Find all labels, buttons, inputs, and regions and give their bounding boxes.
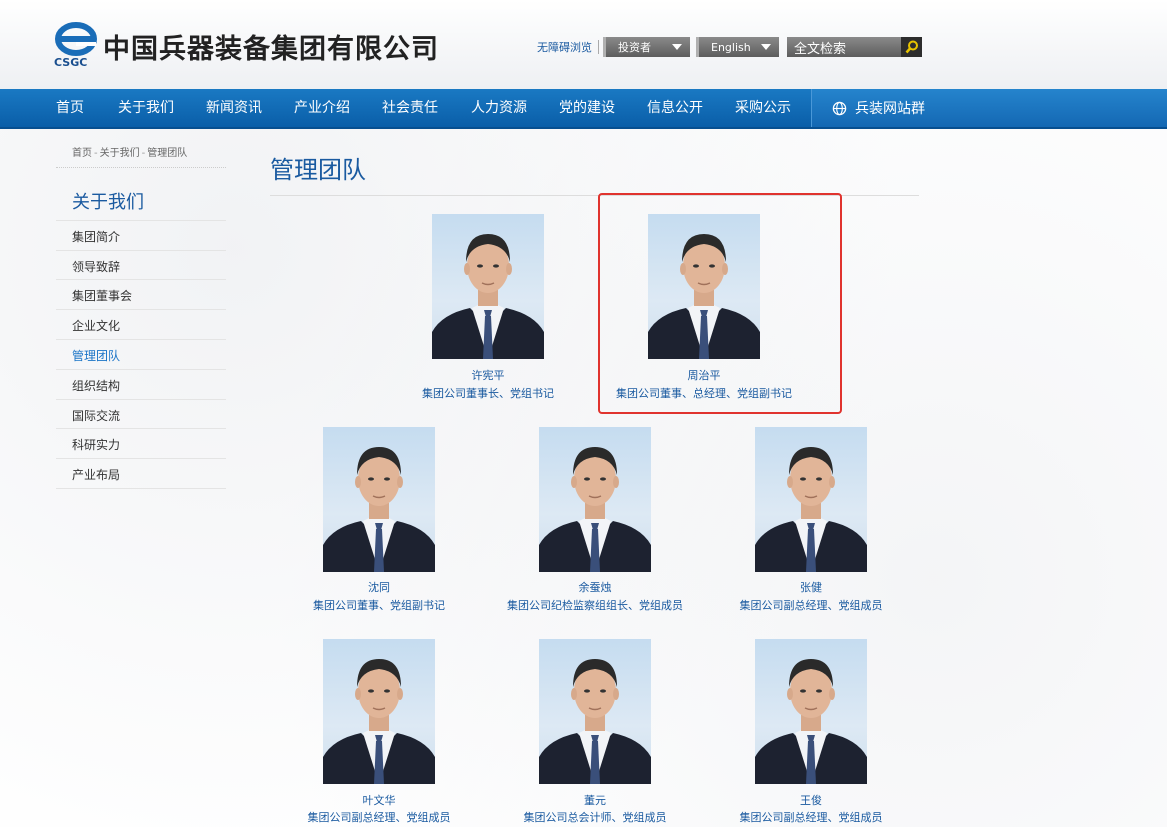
header-tools: 无障碍浏览 投资者 English 全文检索 [537,37,922,57]
breadcrumb-home[interactable]: 首页 [72,148,92,159]
nav-item-about[interactable]: 关于我们 [118,89,174,127]
nav-item-party[interactable]: 党的建设 [559,89,615,127]
divider [56,428,226,429]
divider [56,250,226,251]
sidebar-title: 关于我们 [72,192,144,213]
person-title: 集团公司副总经理、党组成员 [739,599,883,612]
breadcrumb: 首页 - 关于我们 - 管理团队 [72,148,188,159]
breadcrumb-current: 管理团队 [147,148,188,159]
page-title: 管理团队 [270,156,366,184]
search-placeholder: 全文检索 [794,41,847,57]
sidebar-item-structure[interactable]: 组织结构 [72,377,120,394]
person-title: 集团公司董事、总经理、党组副书记 [616,387,792,400]
divider [56,399,226,400]
person-photo[interactable] [755,639,867,784]
breadcrumb-about[interactable]: 关于我们 [100,148,140,159]
person-photo[interactable] [539,427,651,572]
person-title: 集团公司副总经理、党组成员 [307,811,451,824]
person-name[interactable]: 许宪平 [432,367,544,383]
sidebar-item-management[interactable]: 管理团队 [72,347,120,364]
person-photo[interactable] [432,214,544,359]
search-input[interactable]: 全文检索 [787,37,901,57]
person-title: 集团公司纪检监察组组长、党组成员 [507,599,683,612]
nav-item-news[interactable]: 新闻资讯 [206,89,262,127]
sidebar-item-research[interactable]: 科研实力 [72,436,120,453]
site-header: CSGC 中国兵器装备集团有限公司 无障碍浏览 投资者 English 全文检索 [0,0,1167,89]
person-name[interactable]: 周治平 [648,367,760,383]
sidebar-item-intro[interactable]: 集团简介 [72,228,120,245]
person-title: 集团公司董事、党组副书记 [313,599,445,612]
nav-item-hr[interactable]: 人力资源 [471,89,527,127]
divider [56,369,226,370]
language-dropdown-label: English [711,40,751,54]
nav-item-home[interactable]: 首页 [56,89,84,127]
chevron-down-icon [672,44,682,50]
nav-item-procurement[interactable]: 采购公示 [735,89,791,127]
site-group-menu[interactable]: 兵装网站群 [811,89,1167,127]
site-group-label: 兵装网站群 [855,101,925,117]
accessibility-link[interactable]: 无障碍浏览 [537,39,592,55]
divider [56,167,226,168]
person-photo[interactable] [755,427,867,572]
nav-item-social-responsibility[interactable]: 社会责任 [382,89,438,127]
person-title: 集团公司副总经理、党组成员 [739,811,883,824]
person-name[interactable]: 张健 [755,579,867,595]
investor-dropdown[interactable]: 投资者 [603,37,690,57]
person-photo[interactable] [323,427,435,572]
divider [56,309,226,310]
sidebar-item-speech[interactable]: 领导致辞 [72,258,120,275]
investor-dropdown-label: 投资者 [618,41,651,54]
sidebar-item-layout[interactable]: 产业布局 [72,466,120,483]
nav-item-disclosure[interactable]: 信息公开 [647,89,703,127]
divider [56,339,226,340]
person-name[interactable]: 董元 [539,792,651,808]
divider [56,488,226,489]
divider [56,458,226,459]
person-name[interactable]: 沈同 [323,579,435,595]
logo-text[interactable]: 中国兵器装备集团有限公司 [103,27,439,66]
search-button[interactable] [901,37,922,57]
person-name[interactable]: 叶文华 [323,792,435,808]
person-title: 集团公司总会计师、党组成员 [523,811,667,824]
chevron-down-icon [761,44,771,50]
person-title: 集团公司董事长、党组书记 [422,387,554,400]
sidebar-item-culture[interactable]: 企业文化 [72,317,120,334]
person-photo[interactable] [539,639,651,784]
sidebar-item-board[interactable]: 集团董事会 [72,287,132,304]
person-name[interactable]: 余蚕烛 [539,579,651,595]
globe-icon [832,101,847,115]
logo-abbr: CSGC [54,56,88,69]
divider [598,40,599,54]
divider [56,220,226,221]
language-dropdown[interactable]: English [696,37,779,57]
search-icon [905,40,918,54]
person-name[interactable]: 王俊 [755,792,867,808]
main-nav: 首页 关于我们 新闻资讯 产业介绍 社会责任 人力资源 党的建设 信息公开 采购… [0,89,1167,129]
sidebar-item-international[interactable]: 国际交流 [72,407,120,424]
person-photo[interactable] [323,639,435,784]
divider [56,279,226,280]
person-photo[interactable] [648,214,760,359]
nav-item-industry[interactable]: 产业介绍 [294,89,350,127]
